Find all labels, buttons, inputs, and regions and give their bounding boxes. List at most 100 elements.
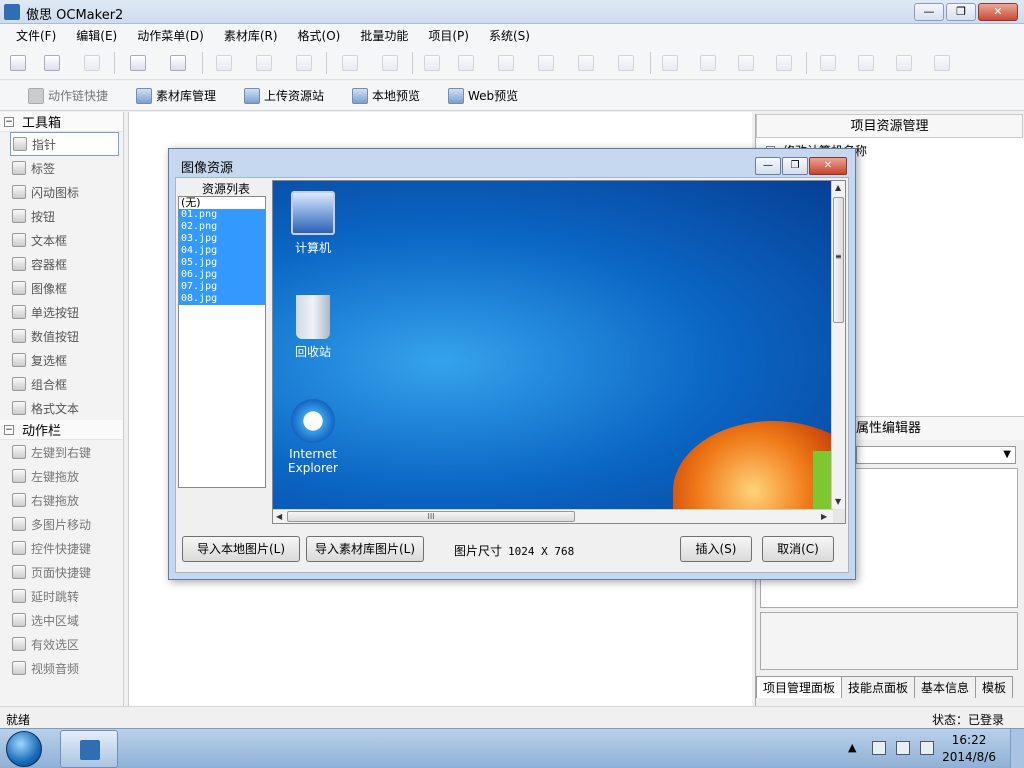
- align-right-icon[interactable]: [498, 55, 514, 71]
- tab-project-panel[interactable]: 项目管理面板: [756, 676, 843, 698]
- collapse-actions-icon[interactable]: −: [4, 424, 14, 435]
- start-button[interactable]: [6, 731, 42, 767]
- scroll-down-icon[interactable]: ▼: [835, 497, 841, 506]
- action-right-drag[interactable]: 右键拖放: [0, 488, 123, 512]
- v-distribute-icon[interactable]: [858, 55, 874, 71]
- tool-spinner[interactable]: 数值按钮: [0, 324, 123, 348]
- list-item[interactable]: 03.jpg: [179, 233, 265, 245]
- insert-button[interactable]: 插入(S): [680, 536, 752, 562]
- align-middle-icon[interactable]: [578, 55, 594, 71]
- menu-system[interactable]: 系统(S): [479, 24, 540, 46]
- menu-format[interactable]: 格式(O): [288, 24, 351, 46]
- tray-arrow-icon[interactable]: ▲: [848, 741, 862, 755]
- v-center-icon[interactable]: [934, 55, 950, 71]
- clock[interactable]: 16:22 2014/8/6: [942, 732, 996, 766]
- tool-richtext[interactable]: 格式文本: [0, 396, 123, 420]
- upload-button[interactable]: 上传资源站: [244, 87, 324, 104]
- tool-pointer[interactable]: 指针: [10, 132, 119, 156]
- redo-icon[interactable]: [382, 55, 398, 71]
- web-preview-button[interactable]: Web预览: [448, 87, 518, 104]
- horizontal-scroll-thumb[interactable]: III: [287, 511, 575, 522]
- volume-icon[interactable]: [920, 741, 934, 755]
- import-local-image-button[interactable]: 导入本地图片(L): [182, 536, 300, 562]
- tool-combobox[interactable]: 组合框: [0, 372, 123, 396]
- tab-skill-panel[interactable]: 技能点面板: [841, 676, 916, 698]
- tool-textbox[interactable]: 文本框: [0, 228, 123, 252]
- action-valid-region[interactable]: 有效选区: [0, 632, 123, 656]
- network-icon[interactable]: [896, 741, 910, 755]
- new-file-icon[interactable]: [10, 55, 26, 71]
- list-item[interactable]: 06.jpg: [179, 269, 265, 281]
- import-library-image-button[interactable]: 导入素材库图片(L): [306, 536, 424, 562]
- preview-vertical-scrollbar[interactable]: ▲ ≡ ▼: [831, 181, 845, 509]
- align-left-icon[interactable]: [424, 55, 440, 71]
- minimize-button[interactable]: —: [914, 3, 944, 21]
- dialog-close-button[interactable]: ✕: [809, 157, 847, 175]
- menu-assets[interactable]: 素材库(R): [214, 24, 288, 46]
- local-preview-button[interactable]: 本地预览: [352, 87, 420, 104]
- collapse-toolbox-icon[interactable]: −: [4, 116, 14, 127]
- properties-icon[interactable]: [130, 55, 146, 71]
- v-spacing-icon[interactable]: [896, 55, 912, 71]
- property-object-select[interactable]: ▼: [856, 446, 1016, 464]
- same-width-icon[interactable]: [662, 55, 678, 71]
- delete-icon[interactable]: [296, 55, 312, 71]
- action-page-hotkey[interactable]: 页面快捷键: [0, 560, 123, 584]
- list-item[interactable]: (无): [179, 197, 265, 209]
- align-bottom-icon[interactable]: [618, 55, 634, 71]
- menu-action[interactable]: 动作菜单(D): [127, 24, 214, 46]
- show-desktop-button[interactable]: [1010, 729, 1024, 768]
- tool-container[interactable]: 容器框: [0, 252, 123, 276]
- scroll-up-icon[interactable]: ▲: [835, 183, 841, 192]
- same-height-icon[interactable]: [820, 55, 836, 71]
- undo-icon[interactable]: [342, 55, 358, 71]
- action-video-audio[interactable]: 视频音频: [0, 656, 123, 680]
- scroll-right-icon[interactable]: ▶: [821, 512, 827, 521]
- actions-header[interactable]: − 动作栏: [0, 420, 123, 440]
- action-left-to-right[interactable]: 左键到右键: [0, 440, 123, 464]
- device-icon[interactable]: [872, 741, 886, 755]
- menu-project[interactable]: 项目(P): [418, 24, 479, 46]
- h-distribute-icon[interactable]: [700, 55, 716, 71]
- vertical-scroll-thumb[interactable]: ≡: [833, 197, 844, 323]
- tool-button[interactable]: 按钮: [0, 204, 123, 228]
- taskbar-app-ocmaker[interactable]: [60, 730, 118, 768]
- dialog-minimize-button[interactable]: —: [755, 157, 781, 175]
- menu-edit[interactable]: 编辑(E): [66, 24, 127, 46]
- puzzle-icon[interactable]: [170, 55, 186, 71]
- h-spacing-icon[interactable]: [738, 55, 754, 71]
- tab-basic-info[interactable]: 基本信息: [914, 676, 977, 698]
- action-chain-button[interactable]: 动作链快捷: [28, 87, 108, 104]
- tool-radio[interactable]: 单选按钮: [0, 300, 123, 324]
- menu-file[interactable]: 文件(F): [6, 24, 66, 46]
- tab-template[interactable]: 模板: [975, 676, 1014, 698]
- list-item[interactable]: 05.jpg: [179, 257, 265, 269]
- tool-label-control[interactable]: 标签: [0, 156, 123, 180]
- close-button[interactable]: ✕: [978, 3, 1018, 21]
- action-left-drag[interactable]: 左键拖放: [0, 464, 123, 488]
- list-item[interactable]: 02.png: [179, 221, 265, 233]
- action-multi-image-move[interactable]: 多图片移动: [0, 512, 123, 536]
- action-delay-jump[interactable]: 延时跳转: [0, 584, 123, 608]
- preview-horizontal-scrollbar[interactable]: ◀ III ▶: [273, 509, 833, 523]
- open-folder-icon[interactable]: [44, 55, 60, 71]
- action-select-region[interactable]: 选中区域: [0, 608, 123, 632]
- scroll-left-icon[interactable]: ◀: [276, 512, 282, 521]
- toolbox-header[interactable]: − 工具箱: [0, 112, 123, 132]
- tool-checkbox[interactable]: 复选框: [0, 348, 123, 372]
- copy-icon[interactable]: [216, 55, 232, 71]
- paste-icon[interactable]: [256, 55, 272, 71]
- list-item[interactable]: 07.jpg: [179, 281, 265, 293]
- asset-manage-button[interactable]: 素材库管理: [136, 87, 216, 104]
- align-center-icon[interactable]: [458, 55, 474, 71]
- menu-batch[interactable]: 批量功能: [350, 24, 418, 46]
- list-item[interactable]: 08.jpg: [179, 293, 265, 305]
- list-item[interactable]: 01.png: [179, 209, 265, 221]
- resource-list[interactable]: (无) 01.png 02.png 03.jpg 04.jpg 05.jpg 0…: [178, 196, 266, 488]
- action-control-hotkey[interactable]: 控件快捷键: [0, 536, 123, 560]
- align-top-icon[interactable]: [538, 55, 554, 71]
- tool-image[interactable]: 图像框: [0, 276, 123, 300]
- h-center-icon[interactable]: [776, 55, 792, 71]
- save-icon[interactable]: [84, 55, 100, 71]
- cancel-button[interactable]: 取消(C): [762, 536, 834, 562]
